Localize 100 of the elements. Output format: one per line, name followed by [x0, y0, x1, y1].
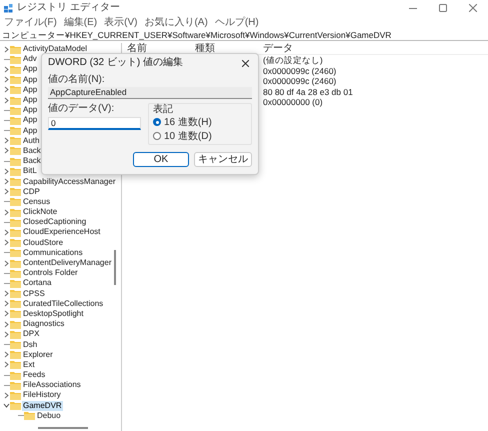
tree-item[interactable]: Adv	[22, 54, 38, 64]
folder-icon	[10, 85, 21, 94]
folder-icon	[10, 106, 21, 115]
folder-icon	[10, 197, 21, 206]
data-input-field[interactable]: 0	[48, 117, 141, 130]
radio-button[interactable]: 10 進数(D)	[153, 129, 247, 143]
folder-icon	[10, 136, 21, 146]
tree-connector	[4, 374, 10, 376]
folder-icon	[10, 248, 21, 258]
tree-item[interactable]: FileAssociations	[22, 380, 82, 390]
folder-icon	[10, 340, 21, 350]
chevron-right-icon[interactable]	[2, 392, 10, 399]
chevron-down-icon[interactable]	[2, 402, 10, 410]
tree-item[interactable]: GameDVR	[22, 400, 63, 411]
close-icon[interactable]	[242, 60, 249, 66]
chevron-right-icon[interactable]	[2, 46, 10, 53]
tree-item[interactable]: CDP	[22, 186, 41, 197]
tree-item[interactable]: CloudStore	[22, 238, 64, 248]
folder-icon	[10, 54, 21, 64]
maximize-icon	[439, 4, 447, 12]
radio-button[interactable]: 16 進数(H)	[153, 115, 247, 129]
folder-icon	[10, 75, 21, 84]
address-bar[interactable]: コンピューター¥HKEY_CURRENT_USER¥Software¥Microsoft¥Windows¥CurrentVersion¥GameDVR	[0, 30, 488, 41]
column-header[interactable]: データ	[263, 42, 293, 54]
folder-icon	[10, 390, 21, 400]
tree-item[interactable]: Controls Folder	[22, 268, 79, 278]
tree-item[interactable]: Ext	[22, 360, 36, 370]
tree-item[interactable]: BitL	[22, 166, 38, 176]
window-title: レジストリ エディター	[17, 2, 120, 14]
tree-item[interactable]: Debuo	[36, 410, 62, 421]
tree-connector	[4, 160, 10, 162]
folder-icon	[10, 146, 21, 156]
tree-item[interactable]: Diagnostics	[22, 319, 66, 330]
tree-item[interactable]: CuratedTileCollections	[22, 298, 104, 309]
folder-icon	[10, 166, 21, 176]
tree-item[interactable]: CapabilityAccessManager	[22, 176, 116, 187]
table-cell: (値の設定なし)	[263, 55, 323, 66]
tree-connector	[4, 120, 10, 121]
dialog-button[interactable]: OK	[133, 152, 189, 167]
folder-icon	[10, 278, 21, 288]
tree-connector	[4, 272, 10, 274]
tree-item[interactable]: Feeds	[22, 370, 46, 380]
tree-item[interactable]: App	[22, 126, 38, 136]
name-field[interactable]: AppCaptureEnabled	[48, 87, 252, 99]
tree-item[interactable]: Back	[22, 156, 42, 166]
radio-on-icon	[153, 118, 161, 126]
registry-app-icon	[4, 4, 13, 12]
tree-item[interactable]: Cortana	[22, 278, 52, 288]
tree-item[interactable]: DPX	[22, 329, 40, 340]
tree-item[interactable]: Explorer	[22, 350, 54, 360]
tree-item[interactable]: FileHistory	[22, 390, 62, 400]
column-header[interactable]: 種類	[195, 42, 263, 54]
dialog-button[interactable]: キャンセル	[194, 152, 252, 167]
menu-item[interactable]: お気に入り(A)	[144, 17, 208, 29]
tree-item[interactable]: ClickNote	[22, 207, 58, 218]
tree-item[interactable]: App	[22, 74, 38, 85]
tree-item[interactable]: App	[22, 84, 38, 95]
folder-icon	[10, 218, 21, 227]
tree-connector	[4, 282, 10, 284]
folder-icon	[10, 268, 21, 278]
tree-item[interactable]: Back	[22, 146, 42, 156]
scrollbar-thumb[interactable]	[114, 250, 116, 285]
chevron-right-icon[interactable]	[2, 260, 10, 267]
scrollbar-thumb[interactable]	[38, 427, 88, 429]
chevron-right-icon[interactable]	[2, 208, 10, 216]
folder-icon	[10, 258, 21, 268]
tree-item[interactable]: App	[22, 64, 38, 74]
menu-item[interactable]: ヘルプ(H)	[214, 17, 259, 29]
tree-item[interactable]: App	[22, 105, 38, 116]
field-label: 値のデータ(V):	[48, 103, 116, 115]
tree-item[interactable]: Communications	[22, 248, 84, 258]
folder-icon	[10, 380, 21, 390]
tree-connector	[4, 384, 10, 386]
tree-item[interactable]: ActivityDataModel	[22, 44, 88, 54]
menu-item[interactable]: ファイル(F)	[4, 17, 57, 29]
folder-icon	[10, 96, 21, 105]
folder-icon	[10, 320, 21, 329]
tree-connector	[18, 415, 24, 416]
tree-item[interactable]: CPSS	[22, 288, 46, 299]
tree-connector	[4, 201, 10, 202]
folder-icon	[10, 370, 21, 380]
group-label: 表記	[153, 104, 174, 115]
tree-item[interactable]: DesktopSpotlight	[22, 308, 84, 319]
tree-item[interactable]: CloudExperienceHost	[22, 227, 102, 238]
tree-item[interactable]: Dsh	[22, 340, 38, 350]
folder-icon	[24, 411, 35, 420]
tree-item[interactable]: ContentDeliveryManager	[22, 258, 112, 268]
tree-connector	[4, 252, 10, 254]
folder-icon	[10, 126, 21, 136]
folder-icon	[10, 238, 21, 248]
column-header[interactable]: 名前	[127, 42, 195, 54]
tree-item[interactable]: Auth	[22, 136, 40, 146]
folder-icon	[10, 187, 21, 196]
menu-item[interactable]: 表示(V)	[104, 17, 138, 29]
menu-item[interactable]: 編集(E)	[64, 17, 98, 29]
tree-item[interactable]: App	[22, 95, 38, 106]
tree-item[interactable]: App	[22, 115, 38, 126]
tree-connector	[4, 222, 10, 223]
tree-item[interactable]: Census	[22, 196, 52, 207]
tree-item[interactable]: ClosedCaptioning	[22, 217, 88, 228]
